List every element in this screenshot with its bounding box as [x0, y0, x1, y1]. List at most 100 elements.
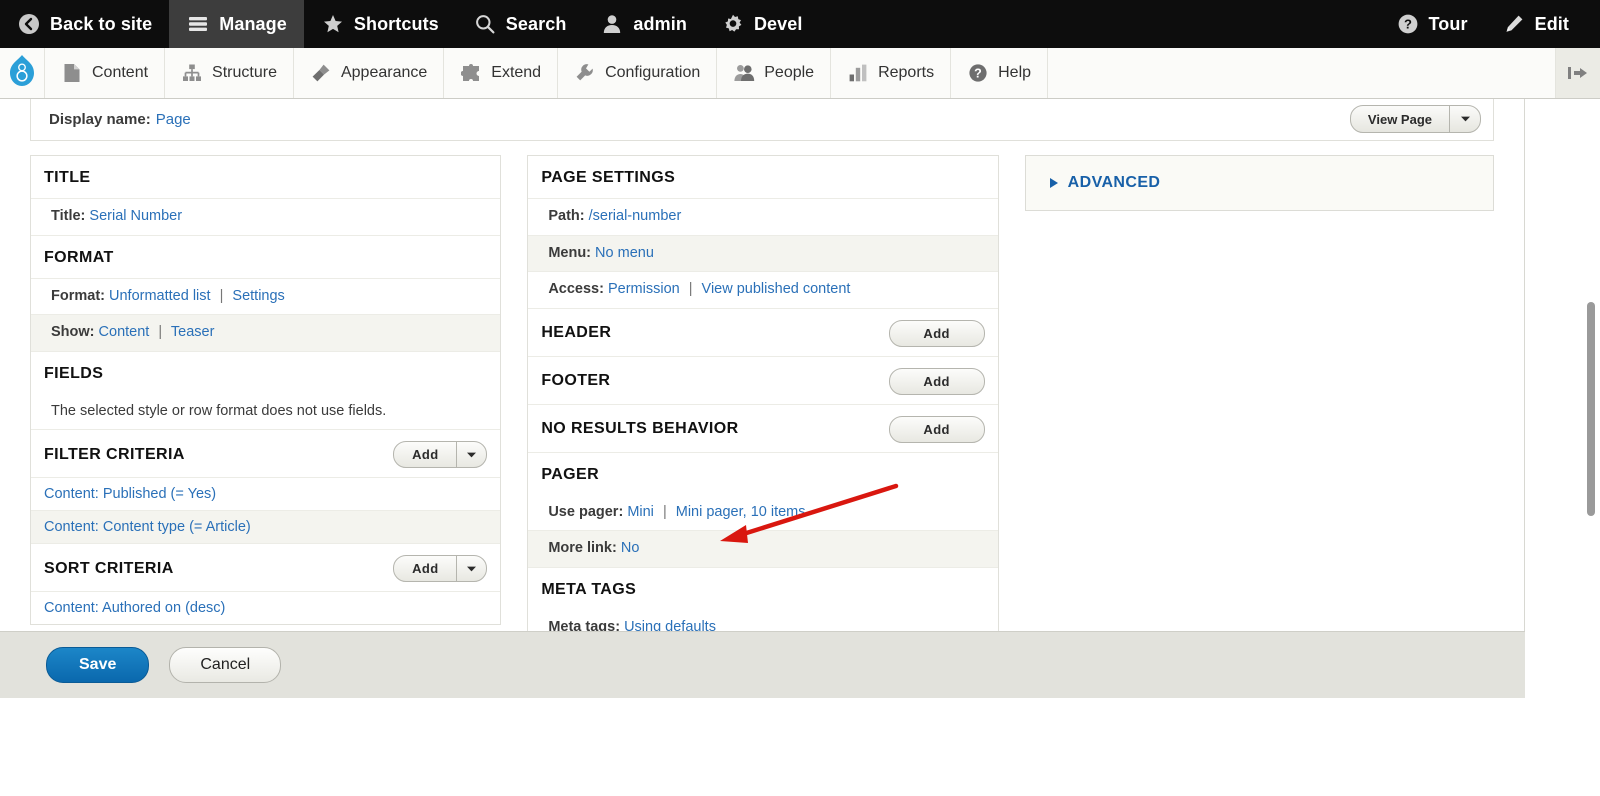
- access-value-link[interactable]: Permission: [608, 281, 680, 297]
- more-link-value-link[interactable]: No: [621, 540, 640, 556]
- row-label: Path:: [548, 208, 584, 224]
- footer-add-button[interactable]: Add: [889, 368, 985, 395]
- admin-toolbar-item-shortcuts[interactable]: Shortcuts: [304, 0, 456, 48]
- admin-toolbar-item-search[interactable]: Search: [456, 0, 584, 48]
- people-icon: [733, 62, 755, 84]
- svg-text:?: ?: [1404, 17, 1412, 32]
- row-path: Path: /serial-number: [528, 199, 997, 236]
- menu-value-link[interactable]: No menu: [595, 245, 654, 261]
- section-heading-filter-criteria: FILTER CRITERIA Add: [31, 430, 500, 478]
- display-name-value-link[interactable]: Page: [156, 111, 191, 128]
- section-heading-format: FORMAT: [31, 236, 500, 279]
- document-icon: [61, 62, 83, 84]
- title-value-link[interactable]: Serial Number: [89, 208, 182, 224]
- back-arrow-circle-icon: [17, 12, 41, 36]
- row-separator: |: [215, 288, 229, 304]
- sort-criteria-add-button[interactable]: Add: [394, 556, 456, 581]
- advanced-section-toggle[interactable]: ADVANCED: [1025, 155, 1494, 211]
- menu-item-label: Extend: [491, 64, 541, 82]
- admin-toolbar-item-edit[interactable]: Edit: [1485, 0, 1586, 48]
- section-heading-label: FILTER CRITERIA: [44, 446, 393, 464]
- menu-item-label: Help: [998, 64, 1031, 82]
- row-label: Use pager:: [548, 504, 623, 520]
- view-page-button[interactable]: View Page: [1351, 106, 1449, 132]
- save-button[interactable]: Save: [46, 647, 149, 683]
- admin-toolbar-item-label: Tour: [1429, 14, 1468, 35]
- sort-criteria-item-link[interactable]: Content: Authored on (desc): [44, 600, 225, 616]
- filter-criteria-item-link[interactable]: Content: Content type (= Article): [44, 519, 251, 535]
- row-label: Format:: [51, 288, 105, 304]
- menu-item-structure[interactable]: Structure: [165, 48, 294, 98]
- section-heading-meta-tags: META TAGS: [528, 568, 997, 610]
- menu-item-content[interactable]: Content: [45, 48, 165, 98]
- filter-criteria-item-link[interactable]: Content: Published (= Yes): [44, 486, 216, 502]
- menu-item-label: People: [764, 64, 814, 82]
- row-label: Title:: [51, 208, 85, 224]
- admin-toolbar-item-admin-account[interactable]: admin: [583, 0, 704, 48]
- section-heading-page-settings: PAGE SETTINGS: [528, 156, 997, 199]
- views-edit-page: Display name: Page View Page TITLE Title…: [0, 99, 1600, 698]
- format-value-link[interactable]: Unformatted list: [109, 288, 211, 304]
- row-access: Access: Permission | View published cont…: [528, 272, 997, 309]
- chevron-down-icon[interactable]: [456, 442, 486, 467]
- admin-toolbar-item-devel[interactable]: Devel: [704, 0, 820, 48]
- use-pager-value-link[interactable]: Mini: [627, 504, 654, 520]
- question-circle-icon: ?: [967, 62, 989, 84]
- row-label: Show:: [51, 324, 95, 340]
- filter-criteria-add-button-group[interactable]: Add: [393, 441, 487, 468]
- menu-item-appearance[interactable]: Appearance: [294, 48, 444, 98]
- paintbrush-icon: [310, 62, 332, 84]
- menu-item-people[interactable]: People: [717, 48, 831, 98]
- path-value-link[interactable]: /serial-number: [589, 208, 682, 224]
- section-heading-label: NO RESULTS BEHAVIOR: [541, 420, 888, 438]
- gear-icon: [721, 12, 745, 36]
- drupal-logo-cell[interactable]: [0, 48, 45, 98]
- admin-toolbar-item-label: Edit: [1535, 14, 1569, 35]
- section-heading-header: HEADER Add: [528, 309, 997, 357]
- section-heading-label: FOOTER: [541, 372, 888, 390]
- menu-bar-spacer: [1048, 48, 1556, 98]
- section-heading-label: PAGE SETTINGS: [541, 169, 984, 187]
- view-page-button-group[interactable]: View Page: [1350, 105, 1481, 133]
- pager-settings-link[interactable]: Mini pager, 10 items: [676, 504, 806, 520]
- menu-item-help[interactable]: ? Help: [951, 48, 1048, 98]
- chevron-down-icon[interactable]: [456, 556, 486, 581]
- content-area: Display name: Page View Page TITLE Title…: [0, 99, 1525, 698]
- page-scrollbar-thumb[interactable]: [1587, 302, 1595, 516]
- row-use-pager: Use pager: Mini | Mini pager, 10 items: [528, 495, 997, 532]
- row-title: Title: Serial Number: [31, 199, 500, 236]
- header-add-button[interactable]: Add: [889, 320, 985, 347]
- admin-toolbar-item-label: Devel: [754, 14, 803, 35]
- admin-toolbar-item-tour[interactable]: ? Tour: [1379, 0, 1485, 48]
- star-icon: [321, 12, 345, 36]
- filter-criteria-add-button[interactable]: Add: [394, 442, 456, 467]
- menu-item-reports[interactable]: Reports: [831, 48, 951, 98]
- section-heading-label: FORMAT: [44, 249, 487, 267]
- section-heading-label: META TAGS: [541, 581, 984, 599]
- row-format: Format: Unformatted list | Settings: [31, 279, 500, 316]
- menu-item-extend[interactable]: Extend: [444, 48, 558, 98]
- menu-item-label: Structure: [212, 64, 277, 82]
- show-value-link[interactable]: Content: [99, 324, 150, 340]
- format-settings-link[interactable]: Settings: [232, 288, 284, 304]
- no-results-add-button[interactable]: Add: [889, 416, 985, 443]
- admin-toolbar-item-label: Manage: [219, 14, 287, 35]
- cancel-button[interactable]: Cancel: [169, 647, 281, 683]
- toolbar-orientation-toggle-icon[interactable]: [1556, 48, 1600, 98]
- menu-item-configuration[interactable]: Configuration: [558, 48, 717, 98]
- admin-toolbar-item-back-to-site[interactable]: Back to site: [0, 0, 169, 48]
- row-separator: |: [658, 504, 672, 520]
- question-circle-icon: ?: [1396, 12, 1420, 36]
- access-permission-link[interactable]: View published content: [702, 281, 851, 297]
- section-heading-label: HEADER: [541, 324, 888, 342]
- sort-criteria-add-button-group[interactable]: Add: [393, 555, 487, 582]
- chevron-down-icon[interactable]: [1449, 106, 1480, 132]
- menu-item-label: Appearance: [341, 64, 427, 82]
- show-teaser-link[interactable]: Teaser: [171, 324, 215, 340]
- admin-toolbar-item-manage[interactable]: Manage: [169, 0, 304, 48]
- admin-toolbar-right-group: ? Tour Edit: [1379, 0, 1600, 48]
- row-show: Show: Content | Teaser: [31, 315, 500, 352]
- page-scrollbar-track[interactable]: [1588, 197, 1598, 796]
- row-separator: |: [684, 281, 698, 297]
- section-heading-label: PAGER: [541, 466, 984, 484]
